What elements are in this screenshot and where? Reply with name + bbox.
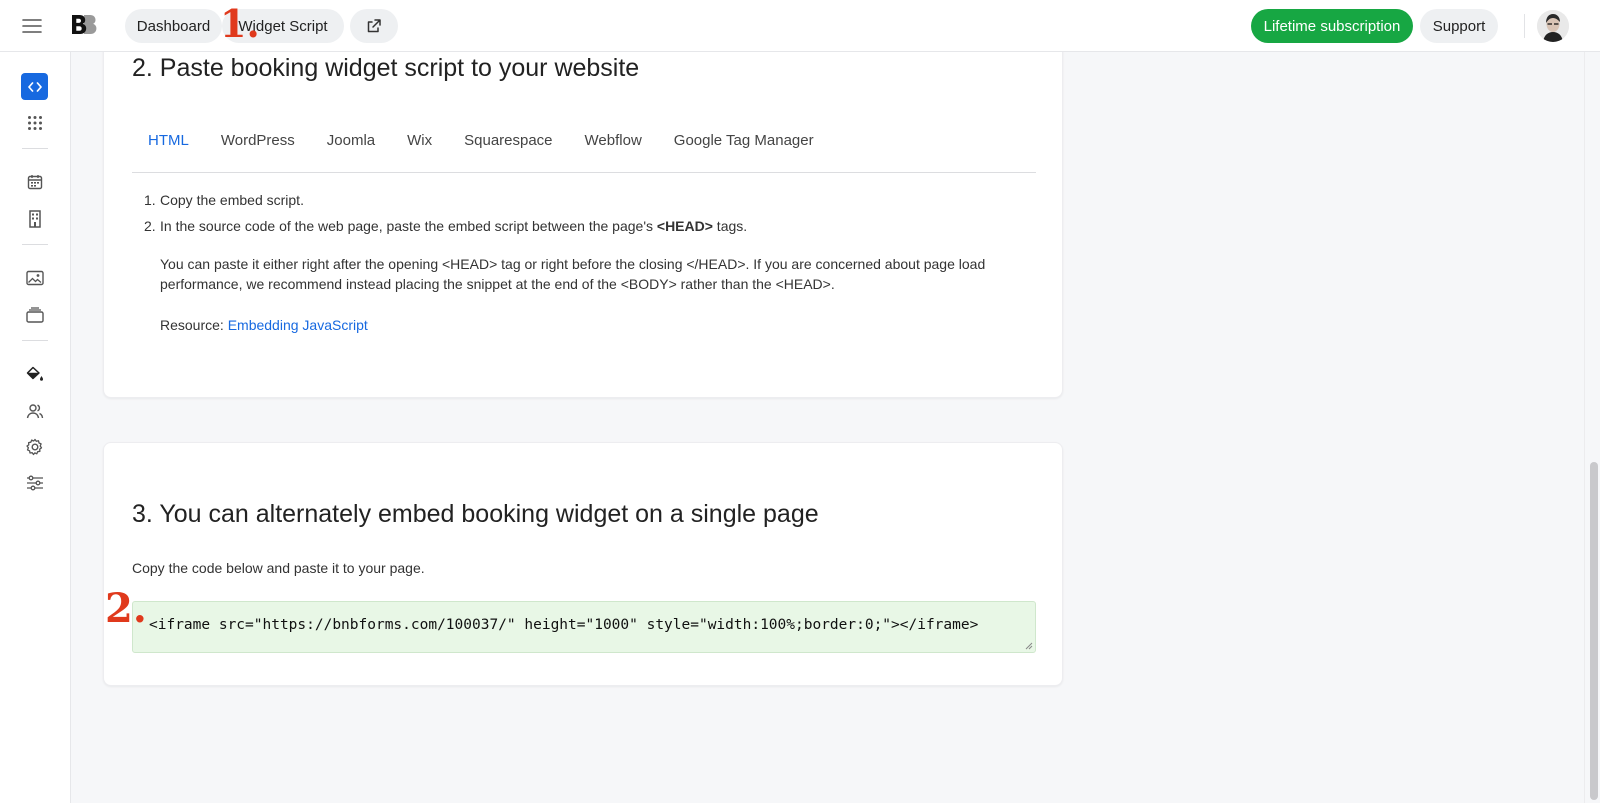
embed-code-text: <iframe src="https://bnbforms.com/100037… <box>149 617 979 633</box>
paste-script-card: 2. Paste booking widget script to your w… <box>103 20 1063 398</box>
instruction-steps: 1. Copy the embed script. 2. In the source… <box>144 187 1020 239</box>
sidebar-item-properties[interactable] <box>21 205 48 232</box>
step-text: In the source code of the web page, past… <box>160 218 657 234</box>
sidebar-item-gallery[interactable] <box>21 264 48 291</box>
topbar-divider <box>1524 14 1525 38</box>
embed-code-textarea[interactable]: <iframe src="https://bnbforms.com/100037… <box>132 601 1036 653</box>
logo-icon <box>72 15 97 34</box>
external-link-icon <box>367 19 381 33</box>
users-icon <box>26 403 43 418</box>
sidebar-item-calendar[interactable] <box>21 168 48 195</box>
image-icon <box>25 270 44 285</box>
apps-grid-icon <box>27 115 42 130</box>
sidebar-item-appearance[interactable] <box>21 360 48 387</box>
tab-joomla[interactable]: Joomla <box>311 117 391 165</box>
tab-wordpress[interactable]: WordPress <box>205 117 311 165</box>
section-title: 3. You can alternately embed booking wid… <box>132 500 819 528</box>
layers-icon <box>25 306 44 323</box>
open-external-button[interactable] <box>350 9 398 43</box>
copy-instruction: Copy the code below and paste it to your… <box>132 560 425 576</box>
sidebar-separator <box>22 148 48 149</box>
annotation-marker-2: 2. <box>105 585 147 632</box>
tab-webflow[interactable]: Webflow <box>569 117 658 165</box>
annotation-marker-1: 1. <box>220 1 260 46</box>
sidebar-item-users[interactable] <box>21 397 48 424</box>
avatar-icon <box>1537 10 1569 42</box>
resource-line: Resource: Embedding JavaScript <box>160 317 368 333</box>
building-icon <box>28 209 41 228</box>
menu-toggle-button[interactable] <box>16 11 48 41</box>
dashboard-breadcrumb[interactable]: Dashboard <box>125 9 222 43</box>
step-item: 2. In the source code of the web page, pa… <box>144 218 748 234</box>
calendar-icon <box>27 174 42 189</box>
code-icon <box>27 81 42 92</box>
brand-logo[interactable] <box>71 12 101 40</box>
embedding-javascript-link[interactable]: Embedding JavaScript <box>228 317 368 333</box>
paint-bucket-icon <box>26 366 43 381</box>
page-scrollbar-thumb[interactable] <box>1590 462 1598 800</box>
tab-wix[interactable]: Wix <box>391 117 448 165</box>
lifetime-subscription-button[interactable]: Lifetime subscription <box>1251 9 1413 43</box>
step-item: 1. Copy the embed script. <box>144 192 304 208</box>
single-page-embed-card: 3. You can alternately embed booking wid… <box>103 442 1063 686</box>
sidebar-item-apps[interactable] <box>21 109 48 136</box>
head-tag-text: <HEAD> <box>656 218 713 234</box>
sidebar-item-widget-script[interactable] <box>21 73 48 100</box>
tab-html[interactable]: HTML <box>132 117 205 165</box>
sidebar-item-settings[interactable] <box>21 433 48 460</box>
sidebar-item-preferences[interactable] <box>21 469 48 496</box>
step-text: Copy the embed script. <box>160 192 304 208</box>
platform-tabs: HTML WordPress Joomla Wix Squarespace We… <box>132 113 1036 173</box>
resource-label: Resource: <box>160 317 228 333</box>
tab-google-tag-manager[interactable]: Google Tag Manager <box>658 117 830 165</box>
tab-squarespace[interactable]: Squarespace <box>448 117 568 165</box>
gear-icon <box>25 438 42 455</box>
sidebar-separator <box>22 340 48 341</box>
hamburger-icon <box>22 19 42 33</box>
sidebar <box>0 52 71 803</box>
section-title: 2. Paste booking widget script to your w… <box>132 54 640 82</box>
step-text-end: tags. <box>712 218 748 234</box>
user-avatar[interactable] <box>1537 10 1569 42</box>
resize-grip-icon[interactable] <box>1025 642 1033 650</box>
sliders-icon <box>26 475 43 490</box>
sidebar-item-rooms[interactable] <box>21 301 48 328</box>
support-button[interactable]: Support <box>1420 9 1498 43</box>
placement-note: You can paste it either right after the … <box>160 256 986 292</box>
sidebar-separator <box>22 244 48 245</box>
